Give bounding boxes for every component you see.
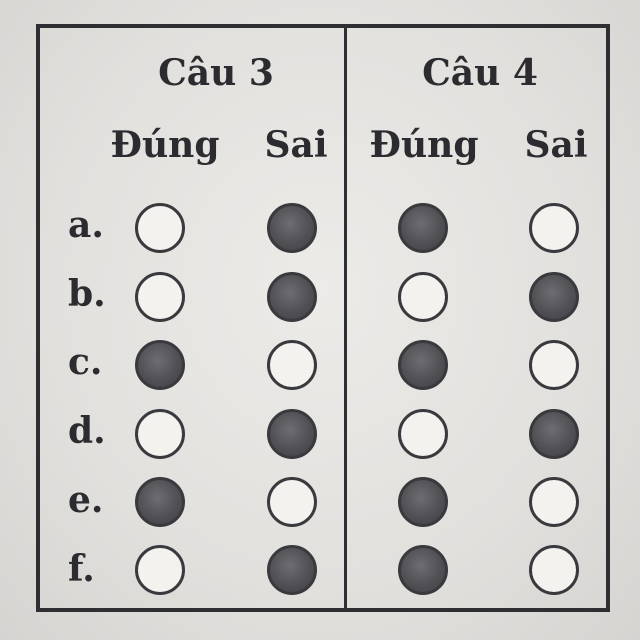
q3-false-bubble-d[interactable] [267, 409, 317, 459]
q3-false-bubble-f[interactable] [267, 545, 317, 595]
q4-true-bubble-e[interactable] [398, 477, 448, 527]
q3-true-bubble-f[interactable] [135, 545, 185, 595]
q4-false-bubble-e[interactable] [529, 477, 579, 527]
q3-true-header: Đúng [110, 124, 220, 166]
row-label-a: a. [68, 204, 104, 246]
q3-false-header: Sai [264, 124, 328, 166]
q3-true-bubble-e[interactable] [135, 477, 185, 527]
row-label-c: c. [68, 341, 103, 383]
row-label-e: e. [68, 479, 104, 521]
q4-true-bubble-d[interactable] [398, 409, 448, 459]
column-divider [344, 26, 347, 612]
q3-true-bubble-c[interactable] [135, 340, 185, 390]
q4-true-bubble-a[interactable] [398, 203, 448, 253]
q4-true-bubble-b[interactable] [398, 272, 448, 322]
row-label-d: d. [68, 410, 106, 452]
answer-grid-frame [36, 24, 610, 612]
q4-false-bubble-d[interactable] [529, 409, 579, 459]
q4-true-bubble-c[interactable] [398, 340, 448, 390]
q3-true-bubble-a[interactable] [135, 203, 185, 253]
q3-false-bubble-b[interactable] [267, 272, 317, 322]
q4-false-header: Sai [524, 124, 588, 166]
q4-false-bubble-b[interactable] [529, 272, 579, 322]
q4-false-bubble-c[interactable] [529, 340, 579, 390]
q3-false-bubble-a[interactable] [267, 203, 317, 253]
q4-true-header: Đúng [369, 124, 479, 166]
question-4-title: Câu 4 [422, 52, 538, 94]
q3-true-bubble-b[interactable] [135, 272, 185, 322]
row-label-f: f. [68, 548, 95, 590]
q3-false-bubble-e[interactable] [267, 477, 317, 527]
answer-sheet: Câu 3 Câu 4 Đúng Sai Đúng Sai a. b. c. d… [0, 0, 640, 640]
q3-false-bubble-c[interactable] [267, 340, 317, 390]
q4-false-bubble-a[interactable] [529, 203, 579, 253]
row-label-b: b. [68, 273, 106, 315]
q3-true-bubble-d[interactable] [135, 409, 185, 459]
q4-true-bubble-f[interactable] [398, 545, 448, 595]
question-3-title: Câu 3 [158, 52, 274, 94]
q4-false-bubble-f[interactable] [529, 545, 579, 595]
